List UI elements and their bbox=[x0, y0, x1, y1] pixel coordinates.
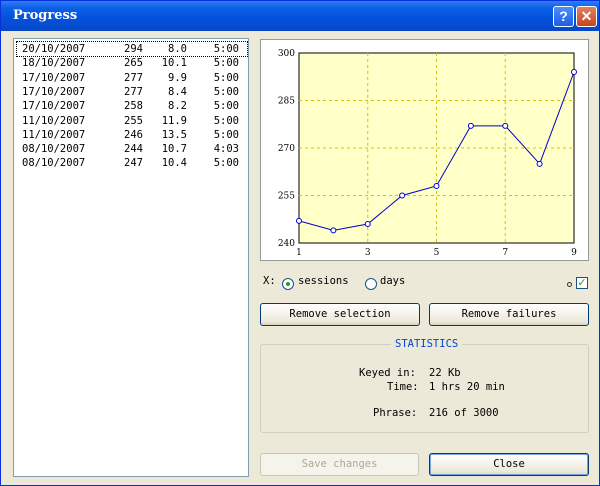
session-time: 5:00 bbox=[213, 43, 239, 55]
phrase-label: Phrase: bbox=[373, 407, 418, 419]
session-size: 258 bbox=[124, 100, 143, 113]
save-changes-button[interactable]: Save changes bbox=[260, 453, 419, 476]
session-speed: 8.4 bbox=[168, 85, 187, 98]
list-item[interactable]: 11/10/2007 255 11.9 5:00 bbox=[17, 114, 247, 128]
session-speed: 11.9 bbox=[161, 114, 187, 127]
sessions-radio-label[interactable]: sessions bbox=[298, 275, 349, 287]
x-tick-label: 9 bbox=[571, 248, 577, 258]
session-time: 5:00 bbox=[213, 128, 239, 141]
session-date: 18/10/2007 bbox=[22, 57, 86, 70]
close-button[interactable]: Close bbox=[429, 453, 589, 476]
title-bar[interactable]: Progress ? ✕ bbox=[1, 1, 599, 31]
session-speed: 10.1 bbox=[161, 57, 187, 70]
list-item[interactable]: 17/10/2007 258 8.2 5:00 bbox=[17, 99, 247, 113]
x-tick-label: 5 bbox=[434, 248, 440, 258]
data-point bbox=[502, 122, 509, 129]
session-date: 17/10/2007 bbox=[22, 85, 86, 98]
x-tick-label: 3 bbox=[365, 248, 371, 258]
progress-chart: 240 255 270 285 300 1 3 5 7 9 bbox=[260, 39, 589, 261]
y-tick-label: 270 bbox=[278, 144, 295, 154]
session-size: 265 bbox=[124, 57, 143, 70]
list-item[interactable]: 17/10/2007 277 8.4 5:00 bbox=[17, 85, 247, 99]
session-date: 11/10/2007 bbox=[22, 114, 86, 127]
y-tick-label: 285 bbox=[278, 97, 295, 107]
list-item[interactable]: 11/10/2007 246 13.5 5:00 bbox=[17, 128, 247, 142]
session-speed: 8.2 bbox=[168, 100, 187, 113]
data-point bbox=[296, 217, 302, 224]
session-time: 5:00 bbox=[213, 100, 239, 113]
data-point bbox=[536, 160, 543, 167]
show-points-checkbox[interactable]: ✓ bbox=[576, 277, 588, 289]
session-size: 255 bbox=[124, 114, 143, 127]
session-speed: 8.0 bbox=[168, 43, 187, 55]
y-tick-label: 255 bbox=[278, 192, 295, 202]
sessions-radio[interactable] bbox=[282, 278, 294, 290]
list-item[interactable]: 08/10/2007 244 10.7 4:03 bbox=[17, 142, 247, 156]
window-title: Progress bbox=[13, 8, 78, 23]
close-window-button[interactable]: ✕ bbox=[576, 6, 597, 27]
plot-area bbox=[298, 52, 575, 244]
x-tick-label: 1 bbox=[296, 248, 302, 258]
chart-svg: 240 255 270 285 300 1 3 5 7 9 bbox=[278, 49, 577, 258]
session-time: 5:00 bbox=[213, 85, 239, 98]
y-tick-label: 300 bbox=[278, 49, 295, 59]
data-point bbox=[433, 183, 440, 189]
session-time: 5:00 bbox=[213, 71, 239, 84]
session-time: 5:00 bbox=[213, 114, 239, 127]
statistics-title: STATISTICS bbox=[391, 338, 463, 350]
help-button[interactable]: ? bbox=[553, 6, 574, 27]
data-point bbox=[364, 221, 371, 227]
days-radio[interactable] bbox=[365, 278, 377, 290]
close-icon: ✕ bbox=[580, 8, 593, 24]
x-axis-label: X: bbox=[263, 275, 276, 287]
data-point bbox=[571, 69, 577, 75]
data-point bbox=[330, 227, 337, 234]
session-date: 11/10/2007 bbox=[22, 128, 86, 141]
remove-failures-button[interactable]: Remove failures bbox=[429, 303, 589, 326]
sessions-list[interactable]: 20/10/2007 294 8.0 5:00 18/10/2007 265 10.1 5:0… bbox=[13, 38, 249, 477]
session-size: 246 bbox=[124, 128, 143, 141]
session-size: 277 bbox=[124, 71, 143, 84]
list-item[interactable]: 17/10/2007 277 9.9 5:00 bbox=[17, 71, 247, 85]
session-date: 17/10/2007 bbox=[22, 100, 86, 113]
session-size: 244 bbox=[124, 143, 143, 156]
session-time: 4:03 bbox=[213, 143, 239, 156]
session-speed: 13.5 bbox=[161, 128, 187, 141]
help-icon: ? bbox=[559, 8, 568, 24]
session-speed: 10.4 bbox=[161, 157, 187, 170]
time-value: 1 hrs 20 min bbox=[429, 381, 505, 393]
list-item[interactable]: 20/10/2007 294 8.0 5:00 bbox=[16, 41, 248, 57]
keyed-in-value: 22 Kb bbox=[429, 367, 461, 379]
statistics-group bbox=[260, 344, 589, 433]
remove-selection-button[interactable]: Remove selection bbox=[260, 303, 420, 326]
list-item[interactable]: 18/10/2007 265 10.1 5:00 bbox=[17, 56, 247, 70]
session-date: 17/10/2007 bbox=[22, 71, 86, 84]
session-speed: 10.7 bbox=[161, 143, 187, 156]
y-tick-label: 240 bbox=[278, 239, 295, 249]
days-radio-label[interactable]: days bbox=[380, 275, 405, 287]
session-speed: 9.9 bbox=[168, 71, 187, 84]
progress-window: Progress ? ✕ 20/10/2007 294 8.0 5:00 18/10/2… bbox=[0, 0, 600, 486]
session-date: 08/10/2007 bbox=[22, 157, 86, 170]
session-date: 08/10/2007 bbox=[22, 143, 86, 156]
session-time: 5:00 bbox=[213, 157, 239, 170]
keyed-in-label: Keyed in: bbox=[359, 367, 416, 379]
session-date: 20/10/2007 bbox=[22, 43, 86, 55]
point-marker-icon bbox=[567, 282, 572, 287]
session-time: 5:00 bbox=[213, 57, 239, 70]
session-size: 277 bbox=[124, 85, 143, 98]
data-point bbox=[467, 122, 474, 129]
phrase-value: 216 of 3000 bbox=[429, 407, 499, 419]
session-size: 247 bbox=[124, 157, 143, 170]
session-size: 294 bbox=[124, 43, 143, 55]
x-tick-label: 7 bbox=[502, 248, 508, 258]
time-label: Time: bbox=[387, 381, 419, 393]
list-item[interactable]: 08/10/2007 247 10.4 5:00 bbox=[17, 156, 247, 170]
data-point bbox=[399, 192, 406, 199]
